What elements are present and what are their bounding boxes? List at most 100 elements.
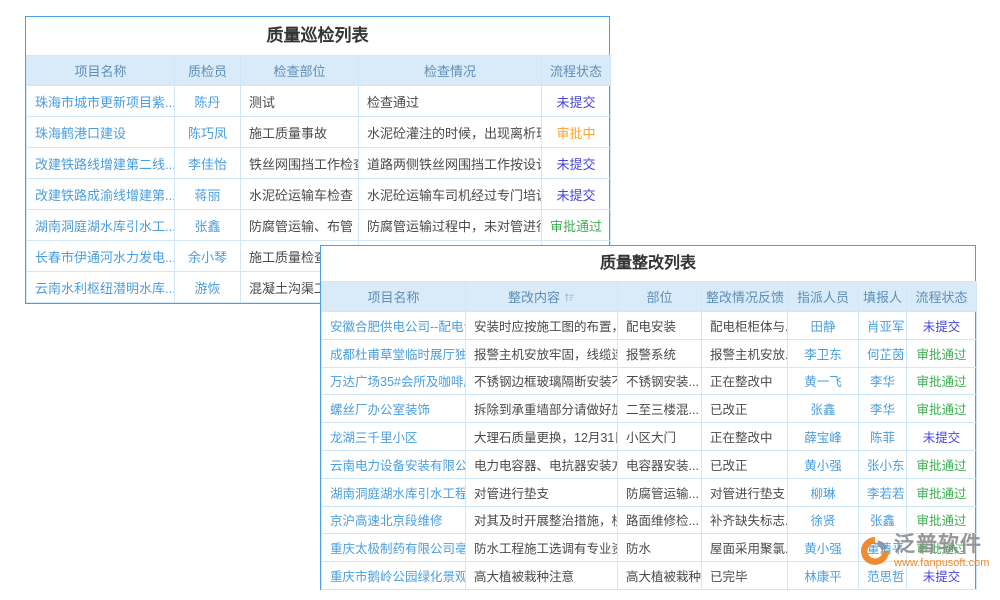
column-label: 质检员 — [188, 64, 227, 79]
cell-status: 审批通过 — [542, 210, 611, 241]
cell-reporter[interactable]: 肖亚军 — [859, 312, 907, 340]
cell-feedback: 正在整改中 — [702, 423, 788, 451]
column-label: 部位 — [646, 290, 672, 305]
cell-project[interactable]: 安徽合肥供电公司--配电设备... — [322, 312, 466, 340]
cell-feedback: 屋面采用聚氯... — [702, 534, 788, 562]
table-row: 云南电力设备安装有限公司20...电力电容器、电抗器安装方案,...电容器安装.… — [322, 450, 977, 478]
cell-status: 审批通过 — [907, 478, 977, 506]
cell-feedback: 正在整改中 — [702, 367, 788, 395]
cell-project[interactable]: 成都杜甫草堂临时展厅独立展... — [322, 339, 466, 367]
cell-status: 审批中 — [542, 117, 611, 148]
cell-project[interactable]: 改建铁路线增建第二线... — [27, 148, 175, 179]
table-row: 珠海市城市更新项目紫...陈丹测试检查通过未提交 — [27, 86, 611, 117]
cell-part: 防腐管运输、布管 — [241, 210, 359, 241]
table-row: 成都杜甫草堂临时展厅独立展...报警主机安放牢固，线缆连接...报警系统报警主机… — [322, 339, 977, 367]
cell-project[interactable]: 龙湖三千里小区 — [322, 423, 466, 451]
cell-assignee[interactable]: 徐贤 — [788, 506, 859, 534]
cell-assignee[interactable]: 黄小强 — [788, 450, 859, 478]
column-header-content[interactable]: 整改内容 — [466, 282, 618, 312]
fanpu-watermark: 泛普软件 www.fanpusoft.com — [858, 533, 989, 570]
sort-icon[interactable] — [564, 292, 575, 303]
cell-reporter[interactable]: 何芷茵 — [859, 339, 907, 367]
column-label: 项目名称 — [74, 64, 126, 79]
cell-inspector[interactable]: 游恢 — [175, 272, 241, 303]
cell-part: 高大植被栽种 — [618, 562, 702, 590]
column-label: 整改情况反馈 — [706, 290, 784, 305]
cell-status: 未提交 — [907, 423, 977, 451]
cell-assignee[interactable]: 薛宝峰 — [788, 423, 859, 451]
cell-part: 电容器安装... — [618, 450, 702, 478]
column-header-project: 项目名称 — [322, 282, 466, 312]
cell-content: 不锈钢边框玻璃隔断安装不牢... — [466, 367, 618, 395]
cell-assignee[interactable]: 林康平 — [788, 562, 859, 590]
cell-inspector[interactable]: 陈丹 — [175, 86, 241, 117]
cell-feedback: 已改正 — [702, 450, 788, 478]
column-header-situation: 检查情况 — [359, 56, 542, 86]
cell-content: 防水工程施工选调有专业资质... — [466, 534, 618, 562]
cell-content: 对其及时开展整治措施，桥头... — [466, 506, 618, 534]
cell-inspector[interactable]: 蒋丽 — [175, 179, 241, 210]
column-header-status: 流程状态 — [542, 56, 611, 86]
cell-part: 路面维修检... — [618, 506, 702, 534]
cell-situation: 水泥砼运输车司机经过专门培训... — [359, 179, 542, 210]
cell-inspector[interactable]: 张鑫 — [175, 210, 241, 241]
cell-project[interactable]: 珠海市城市更新项目紫... — [27, 86, 175, 117]
cell-content: 高大植被栽种注意 — [466, 562, 618, 590]
cell-inspector[interactable]: 李佳怡 — [175, 148, 241, 179]
table-row: 螺丝厂办公室装饰拆除到承重墙部分请做好加固...二至三楼混...已改正张鑫李华审… — [322, 395, 977, 423]
cell-project[interactable]: 京沪高速北京段维修 — [322, 506, 466, 534]
cell-project[interactable]: 珠海鹤港口建设 — [27, 117, 175, 148]
cell-part: 铁丝网围挡工作检查 — [241, 148, 359, 179]
cell-assignee[interactable]: 黄小强 — [788, 534, 859, 562]
cell-project[interactable]: 改建铁路成渝线增建第... — [27, 179, 175, 210]
cell-assignee[interactable]: 柳琳 — [788, 478, 859, 506]
column-label: 指派人员 — [797, 290, 849, 305]
cell-inspector[interactable]: 陈巧凤 — [175, 117, 241, 148]
cell-project[interactable]: 螺丝厂办公室装饰 — [322, 395, 466, 423]
cell-status: 未提交 — [542, 148, 611, 179]
cell-inspector[interactable]: 余小琴 — [175, 241, 241, 272]
cell-reporter[interactable]: 李华 — [859, 367, 907, 395]
cell-assignee[interactable]: 黄一飞 — [788, 367, 859, 395]
cell-content: 大理石质量更换，12月31日之... — [466, 423, 618, 451]
cell-situation: 道路两侧铁丝网围挡工作按设计... — [359, 148, 542, 179]
cell-assignee[interactable]: 田静 — [788, 312, 859, 340]
cell-part: 施工质量事故 — [241, 117, 359, 148]
cell-project[interactable]: 长春市伊通河水力发电... — [27, 241, 175, 272]
cell-part: 报警系统 — [618, 339, 702, 367]
cell-project[interactable]: 云南水利枢纽潜明水库... — [27, 272, 175, 303]
cell-project[interactable]: 重庆太极制药有限公司亳州中... — [322, 534, 466, 562]
cell-project[interactable]: 万达广场35#会所及咖啡厅空... — [322, 367, 466, 395]
cell-feedback: 已改正 — [702, 395, 788, 423]
cell-status: 审批通过 — [907, 339, 977, 367]
cell-status: 审批通过 — [907, 506, 977, 534]
cell-reporter[interactable]: 张小东 — [859, 450, 907, 478]
table-row: 安徽合肥供电公司--配电设备...安装时应按施工图的布置，将...配电安装配电柜… — [322, 312, 977, 340]
cell-reporter[interactable]: 张鑫 — [859, 506, 907, 534]
table-row: 湖南洞庭湖水库引水工程施工I标对管进行垫支防腐管运输...对管进行垫支柳琳李若若… — [322, 478, 977, 506]
cell-project[interactable]: 云南电力设备安装有限公司20... — [322, 450, 466, 478]
column-label: 项目名称 — [367, 290, 419, 305]
cell-reporter[interactable]: 李若若 — [859, 478, 907, 506]
cell-part: 小区大门 — [618, 423, 702, 451]
cell-status: 审批通过 — [907, 450, 977, 478]
cell-assignee[interactable]: 张鑫 — [788, 395, 859, 423]
column-label: 填报人 — [863, 290, 902, 305]
cell-status: 审批通过 — [907, 367, 977, 395]
column-label: 检查部位 — [273, 64, 325, 79]
cell-reporter[interactable]: 李华 — [859, 395, 907, 423]
cell-status: 未提交 — [907, 312, 977, 340]
cell-reporter[interactable]: 陈菲 — [859, 423, 907, 451]
cell-project[interactable]: 湖南洞庭湖水库引水工程施工I标 — [322, 478, 466, 506]
cell-situation: 检查通过 — [359, 86, 542, 117]
column-header-reporter: 填报人 — [859, 282, 907, 312]
cell-content: 报警主机安放牢固，线缆连接... — [466, 339, 618, 367]
column-label: 流程状态 — [915, 290, 967, 305]
cell-part: 测试 — [241, 86, 359, 117]
cell-part: 防水 — [618, 534, 702, 562]
cell-project[interactable]: 湖南洞庭湖水库引水工... — [27, 210, 175, 241]
cell-part: 配电安装 — [618, 312, 702, 340]
cell-project[interactable]: 重庆市鹅岭公园绿化景观提升... — [322, 562, 466, 590]
cell-assignee[interactable]: 李卫东 — [788, 339, 859, 367]
rectification-header-row: 项目名称 整改内容 部位 整改情况反馈指派人员填报人流程状态 — [322, 282, 977, 312]
